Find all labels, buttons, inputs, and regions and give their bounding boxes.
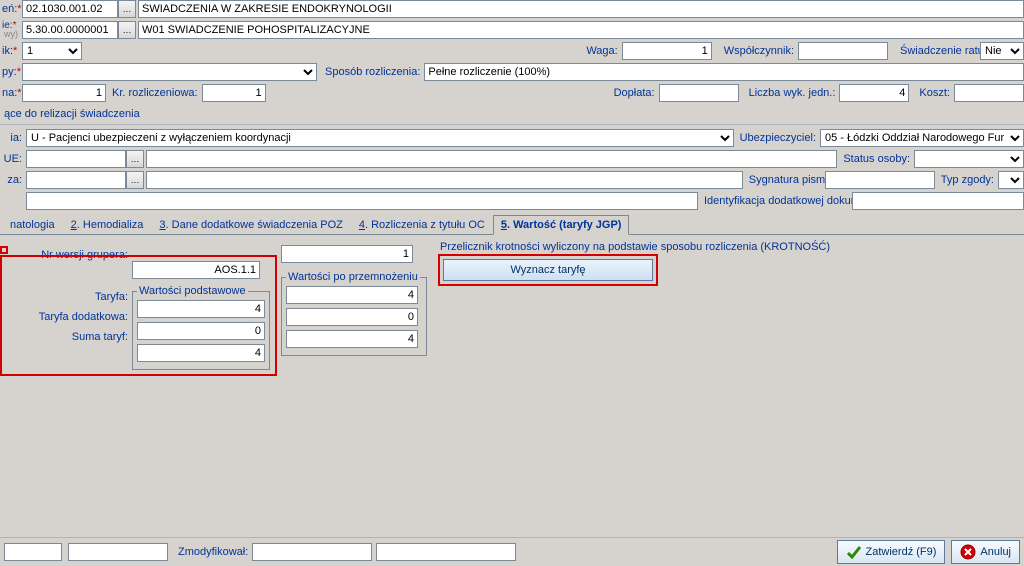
input-kr[interactable] xyxy=(202,84,266,102)
label-en: eń: xyxy=(2,3,17,15)
input-suma-mult[interactable] xyxy=(286,330,418,348)
label-liczba: Liczba wyk. jedn.: xyxy=(749,87,840,99)
label-wy: wy) xyxy=(2,30,18,39)
button-wyznacz-taryfe[interactable]: Wyznacz taryfę xyxy=(443,259,653,281)
input-taryfa-dod-basic[interactable] xyxy=(137,322,265,340)
tab-stomatologia[interactable]: natologia xyxy=(2,215,63,234)
input-footer-2[interactable] xyxy=(68,543,168,561)
legend-wartosci-po-przemnozeniu: Wartości po przemnożeniu xyxy=(286,271,420,283)
legend-wartosci-podstawowe: Wartości podstawowe xyxy=(137,285,248,297)
label-identyfikacja: Identyfikacja dodatkowej dokumentacji: xyxy=(704,196,852,206)
label-ratujace: Świadczenie ratujące życie: xyxy=(900,46,980,56)
label-wspolczynnik: Współczynnik: xyxy=(724,45,798,57)
label-ik: ik: xyxy=(2,45,13,57)
label-zmodyfikowal: Zmodyfikował: xyxy=(178,546,252,558)
bottom-bar: Zmodyfikował: Zatwierdź (F9) Anuluj xyxy=(0,537,1024,566)
input-doplata[interactable] xyxy=(659,84,739,102)
input-nazwa-produktu[interactable] xyxy=(138,21,1024,39)
input-extra[interactable] xyxy=(26,192,698,210)
label-koszt: Koszt: xyxy=(919,87,954,99)
cancel-icon xyxy=(960,544,976,560)
button-zatwierdz[interactable]: Zatwierdź (F9) xyxy=(837,540,946,564)
input-nazwa-swiadczenia[interactable] xyxy=(138,0,1024,18)
input-za-kod[interactable] xyxy=(26,171,126,189)
label-na: na: xyxy=(2,87,17,99)
select-py[interactable] xyxy=(22,63,317,81)
fieldset-wartosci-po-przemnozeniu: Wartości po przemnożeniu xyxy=(281,271,427,356)
input-ue-nazwa[interactable] xyxy=(146,150,837,168)
input-zmodyfikowal[interactable] xyxy=(252,543,372,561)
label-ia: ia: xyxy=(2,132,26,144)
input-footer-1[interactable] xyxy=(4,543,62,561)
pick-ue[interactable]: … xyxy=(126,150,144,168)
input-sygnatura[interactable] xyxy=(825,171,935,189)
label-za: za: xyxy=(2,174,26,186)
input-za-nazwa[interactable] xyxy=(146,171,743,189)
divider xyxy=(0,124,1024,125)
input-koszt[interactable] xyxy=(954,84,1024,102)
label-sygnatura: Sygnatura pisma zgody: xyxy=(749,175,825,185)
label-ue: UE: xyxy=(2,153,26,165)
select-status-osoby[interactable] xyxy=(914,150,1024,168)
label-kr: Kr. rozliczeniowa: xyxy=(112,87,202,99)
input-zmodyfikowal-data[interactable] xyxy=(376,543,516,561)
input-taryfa-dod-mult[interactable] xyxy=(286,308,418,326)
section-title-relizacji: ące do relizacji świadczenia xyxy=(4,108,1024,120)
input-taryfa-basic[interactable] xyxy=(137,300,265,318)
tabs-row: natologia 2. Hemodializa 3. Dane dodatko… xyxy=(0,214,1024,235)
label-sposob: Sposób rozliczenia: xyxy=(325,66,424,78)
label-typ-zgody: Typ zgody: xyxy=(941,174,998,186)
input-kod-swiadczenia[interactable] xyxy=(22,0,118,18)
tab-wartosc-taryfy-jgp[interactable]: 5. Wartość (taryfy JGP) xyxy=(493,215,630,235)
input-krotnosc[interactable] xyxy=(281,245,413,263)
pick-kod-produktu[interactable]: … xyxy=(118,21,136,39)
input-waga[interactable] xyxy=(622,42,712,60)
button-anuluj[interactable]: Anuluj xyxy=(951,540,1020,564)
input-kod-produktu[interactable] xyxy=(22,21,118,39)
input-suma-basic[interactable] xyxy=(137,344,265,362)
input-ue-kod[interactable] xyxy=(26,150,126,168)
select-ratujace[interactable]: Nie xyxy=(980,42,1024,60)
check-icon xyxy=(846,544,862,560)
label-status-osoby: Status osoby: xyxy=(843,153,914,165)
select-ik[interactable]: 1 xyxy=(22,42,82,60)
pick-za[interactable]: … xyxy=(126,171,144,189)
select-ia[interactable]: U - Pacjenci ubezpieczeni z wyłączeniem … xyxy=(26,129,734,147)
pick-kod-swiadczenia[interactable]: … xyxy=(118,0,136,18)
select-typ-zgody[interactable] xyxy=(998,171,1024,189)
tab-rozliczenia-oc[interactable]: 4. Rozliczenia z tytułu OC xyxy=(351,215,493,234)
label-waga: Waga: xyxy=(586,45,621,57)
tab-hemodializa[interactable]: 2. Hemodializa xyxy=(63,215,152,234)
label-doplata: Dopłata: xyxy=(614,87,659,99)
input-wspolczynnik[interactable] xyxy=(798,42,888,60)
input-liczba[interactable] xyxy=(839,84,909,102)
input-identyfikacja[interactable] xyxy=(852,192,1024,210)
input-taryfa-mult[interactable] xyxy=(286,286,418,304)
select-ubezpieczyciel[interactable]: 05 - Łódzki Oddział Narodowego Fur xyxy=(820,129,1024,147)
fieldset-wartosci-podstawowe: Wartości podstawowe xyxy=(132,285,270,370)
input-nr-wersji-grupera[interactable] xyxy=(132,261,260,279)
input-sposob[interactable] xyxy=(424,63,1024,81)
label-py: py: xyxy=(2,66,17,78)
tab-dane-dodatkowe-poz[interactable]: 3. Dane dodatkowe świadczenia POZ xyxy=(151,215,350,234)
label-ubezpieczyciel: Ubezpieczyciel: xyxy=(740,132,820,144)
input-na[interactable] xyxy=(22,84,106,102)
label-przelicznik-help: Przelicznik krotności wyliczony na podst… xyxy=(440,241,830,253)
